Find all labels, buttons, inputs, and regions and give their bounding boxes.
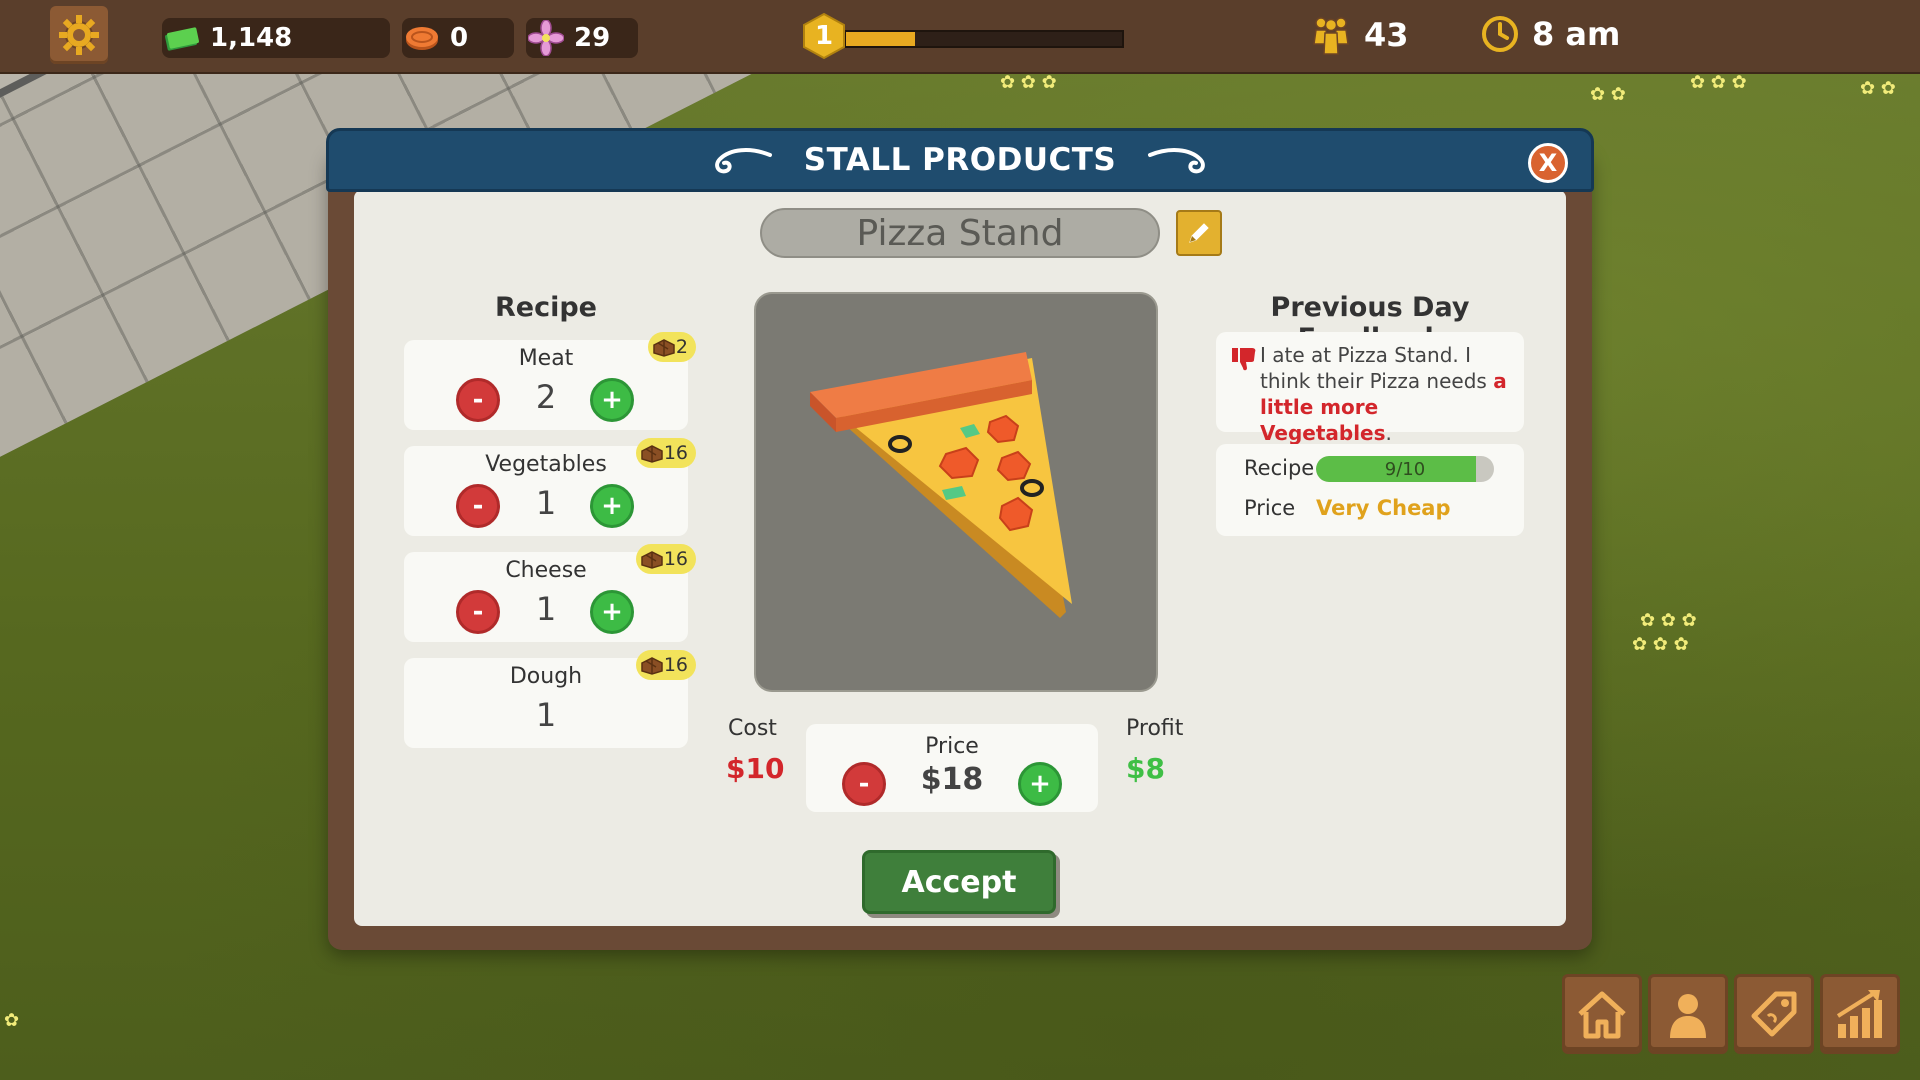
stat-price-value: Very Cheap	[1316, 496, 1451, 520]
accept-label: Accept	[901, 864, 1017, 900]
home-button[interactable]	[1562, 974, 1642, 1054]
statistics-button[interactable]	[1820, 974, 1900, 1054]
flower-value: 29	[574, 23, 611, 53]
time-display: 8 am	[1480, 14, 1620, 54]
ingredient-qty: 1	[535, 484, 557, 522]
ingredient-qty: 1	[535, 696, 557, 734]
thumbs-down-icon	[1232, 348, 1256, 371]
ingredient-card-dough: Dough 1 16	[404, 650, 696, 748]
accept-button[interactable]: Accept	[862, 850, 1056, 914]
people-icon	[1313, 17, 1349, 55]
edit-name-button[interactable]	[1176, 210, 1222, 256]
swirl-right-icon	[1148, 148, 1206, 174]
clock-icon	[1482, 16, 1518, 52]
pricing-button[interactable]	[1734, 974, 1814, 1054]
pencil-icon	[1189, 223, 1209, 243]
crate-icon	[653, 339, 675, 357]
price-tag-icon	[1751, 991, 1797, 1037]
ingredient-card-cheese: Cheese - 1 + 16	[404, 544, 696, 642]
feedback-end: .	[1385, 421, 1392, 445]
close-button[interactable]: X	[1528, 143, 1568, 183]
money-counter: 1,148	[162, 18, 390, 58]
person-icon	[1670, 994, 1706, 1038]
feedback-stats: Recipe 9/10 Price Very Cheap	[1216, 444, 1524, 536]
profit-value: $8	[1126, 752, 1165, 785]
coin-value: 0	[450, 23, 469, 53]
stock-value: 16	[663, 654, 688, 676]
ingredient-card-meat: Meat - 2 + 2	[404, 332, 696, 430]
dialog-title: STALL PRODUCTS	[803, 142, 1117, 178]
stock-value: 16	[663, 442, 688, 464]
xp-bar-fill	[846, 32, 915, 46]
stat-recipe-label: Recipe	[1244, 456, 1315, 480]
staff-button[interactable]	[1648, 974, 1728, 1054]
price-label: Price	[925, 734, 979, 759]
level-value: 1	[814, 21, 834, 51]
stall-name-field[interactable]: Pizza Stand	[760, 208, 1160, 258]
cash-icon	[162, 18, 202, 58]
crate-icon	[641, 445, 663, 463]
population-value: 43	[1364, 16, 1409, 54]
stock-badge: 16	[635, 544, 696, 574]
crate-icon	[641, 551, 663, 569]
stock-badge: 16	[635, 438, 696, 468]
stock-value: 16	[663, 548, 688, 570]
money-value: 1,148	[210, 23, 293, 53]
product-preview	[754, 292, 1158, 692]
recipe-title: Recipe	[494, 292, 597, 323]
ingredient-qty: 2	[535, 378, 557, 416]
ingredient-card-vegetables: Vegetables - 1 + 16	[404, 438, 696, 536]
stall-name-value: Pizza Stand	[856, 212, 1064, 254]
stats-icon	[1836, 990, 1882, 1038]
home-icon	[1578, 991, 1626, 1039]
flower-icon	[526, 18, 566, 58]
profit-label: Profit	[1126, 716, 1184, 741]
close-icon: X	[1538, 149, 1558, 177]
flower-counter: 29	[526, 18, 638, 58]
settings-button[interactable]	[50, 6, 108, 64]
population-counter: 43	[1310, 14, 1409, 56]
cost-value: $10	[726, 752, 785, 785]
top-bar: 1,148 0 29 1 43 8 am	[0, 0, 1920, 74]
price-control: Price - $18 +	[806, 724, 1098, 812]
ingredient-name: Meat	[518, 346, 574, 371]
recipe-rating-value: 9/10	[1384, 458, 1426, 480]
coin-counter: 0	[402, 18, 514, 58]
swirl-left-icon	[714, 148, 772, 174]
pizza-slice-icon	[810, 352, 1072, 618]
feedback-text: I ate at Pizza Stand. I think their Pizz…	[1260, 342, 1510, 446]
stock-badge: 2	[647, 332, 696, 362]
ingredient-qty: 1	[535, 590, 557, 628]
stock-badge: 16	[635, 650, 696, 680]
cost-label: Cost	[728, 716, 777, 741]
recipe-rating-bar: 9/10	[1316, 456, 1494, 482]
feedback-card: I ate at Pizza Stand. I think their Pizz…	[1216, 332, 1524, 445]
time-value: 8 am	[1532, 15, 1621, 53]
meat-increase-button[interactable]: +	[590, 378, 634, 422]
stock-value: 2	[675, 336, 688, 358]
dialog-header: STALL PRODUCTS	[326, 128, 1594, 192]
price-increase-button[interactable]: +	[1018, 762, 1062, 806]
xp-bar	[844, 30, 1124, 48]
vegetables-increase-button[interactable]: +	[590, 484, 634, 528]
cheese-increase-button[interactable]: +	[590, 590, 634, 634]
stat-price-label: Price	[1244, 496, 1296, 520]
feedback-body: I ate at Pizza Stand. I think their Pizz…	[1260, 343, 1487, 393]
gear-icon	[59, 15, 99, 55]
crate-icon	[641, 657, 663, 675]
coin-icon	[402, 18, 442, 58]
